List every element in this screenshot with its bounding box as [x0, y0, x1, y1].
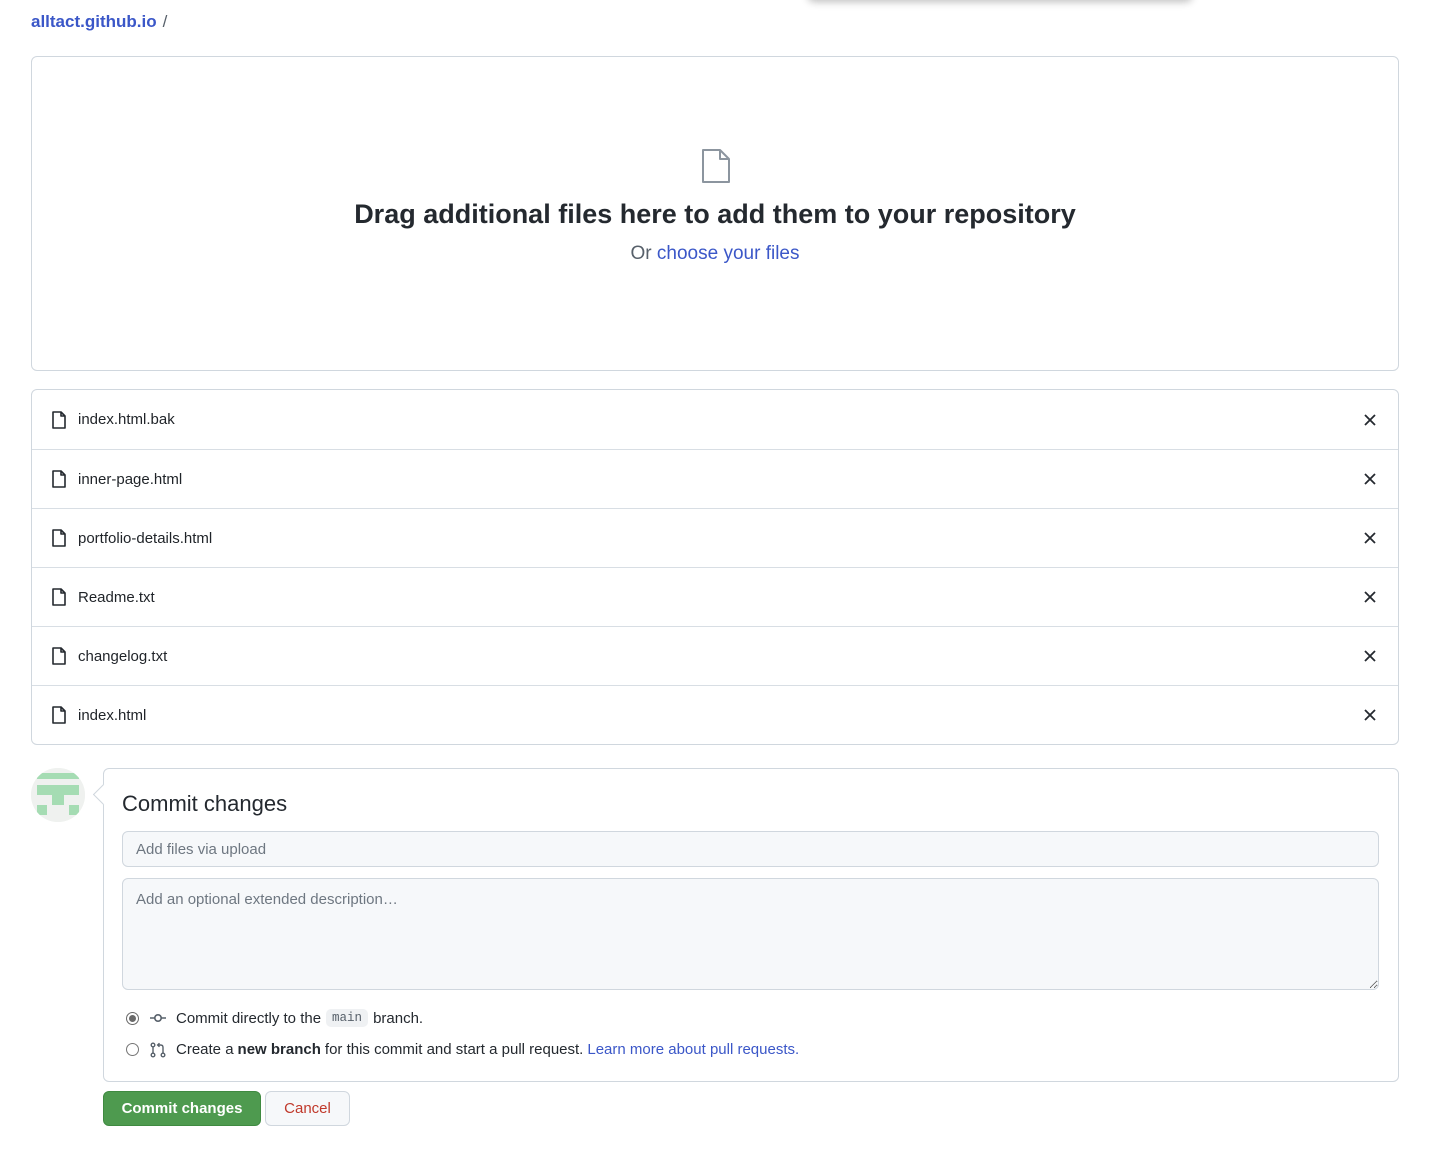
file-name: index.html: [78, 706, 147, 724]
file-icon: [52, 529, 66, 547]
commit-direct-option[interactable]: Commit directly to the main branch.: [126, 1009, 423, 1027]
uploaded-file-list: index.html.bak inner-page.html portfolio…: [31, 389, 1399, 745]
remove-file-icon[interactable]: [1362, 530, 1378, 546]
remove-file-icon[interactable]: [1362, 707, 1378, 723]
file-row: portfolio-details.html: [32, 508, 1398, 567]
cancel-button[interactable]: Cancel: [265, 1091, 350, 1126]
commit-changes-button[interactable]: Commit changes: [103, 1091, 261, 1126]
new-branch-option[interactable]: Create a new branch for this commit and …: [126, 1041, 799, 1058]
breadcrumb-separator: /: [162, 12, 168, 31]
file-icon: [52, 588, 66, 606]
new-branch-radio[interactable]: [126, 1043, 139, 1056]
learn-more-pull-requests-link[interactable]: Learn more about pull requests.: [587, 1041, 799, 1058]
new-branch-bold: new branch: [237, 1041, 321, 1058]
branch-name: main: [326, 1009, 369, 1027]
file-dropzone[interactable]: Drag additional files here to add them t…: [31, 56, 1399, 371]
file-row: changelog.txt: [32, 626, 1398, 685]
new-branch-prefix: Create a: [176, 1041, 234, 1058]
remove-file-icon[interactable]: [1362, 471, 1378, 487]
remove-file-icon[interactable]: [1362, 412, 1378, 428]
dropzone-subtitle: Or choose your files: [32, 243, 1398, 265]
file-icon: [52, 647, 66, 665]
commit-direct-suffix: branch.: [373, 1009, 424, 1027]
new-branch-suffix: for this commit and start a pull request…: [324, 1041, 584, 1058]
commit-description-textarea[interactable]: [122, 878, 1379, 990]
file-icon: [702, 149, 730, 183]
commit-heading: Commit changes: [122, 791, 288, 816]
file-name: Readme.txt: [78, 588, 155, 606]
commit-summary-input[interactable]: [122, 831, 1379, 867]
file-icon: [52, 706, 66, 724]
file-row: Readme.txt: [32, 567, 1398, 626]
file-row: index.html: [32, 685, 1398, 744]
choose-files-link[interactable]: choose your files: [657, 243, 800, 264]
remove-file-icon[interactable]: [1362, 648, 1378, 664]
file-row: inner-page.html: [32, 449, 1398, 508]
dropzone-title: Drag additional files here to add them t…: [354, 199, 1076, 229]
avatar[interactable]: [31, 768, 85, 822]
breadcrumb: alltact.github.io /: [31, 12, 167, 32]
file-name: inner-page.html: [78, 470, 183, 488]
git-commit-icon: [150, 1014, 166, 1023]
git-pull-request-icon: [150, 1042, 166, 1057]
dropzone-or-text: Or: [630, 243, 652, 264]
breadcrumb-repo-link[interactable]: alltact.github.io: [31, 12, 157, 32]
file-name: portfolio-details.html: [78, 529, 213, 547]
file-name: changelog.txt: [78, 647, 168, 665]
remove-file-icon[interactable]: [1362, 589, 1378, 605]
file-row: index.html.bak: [32, 390, 1398, 449]
commit-direct-prefix: Commit directly to the: [176, 1009, 322, 1027]
identicon-icon: [31, 768, 85, 822]
file-icon: [52, 410, 66, 429]
file-name: index.html.bak: [78, 411, 175, 428]
commit-form: Commit changes Commit directly to the ma…: [103, 768, 1399, 1082]
file-icon: [52, 470, 66, 488]
commit-direct-radio[interactable]: [126, 1011, 139, 1025]
